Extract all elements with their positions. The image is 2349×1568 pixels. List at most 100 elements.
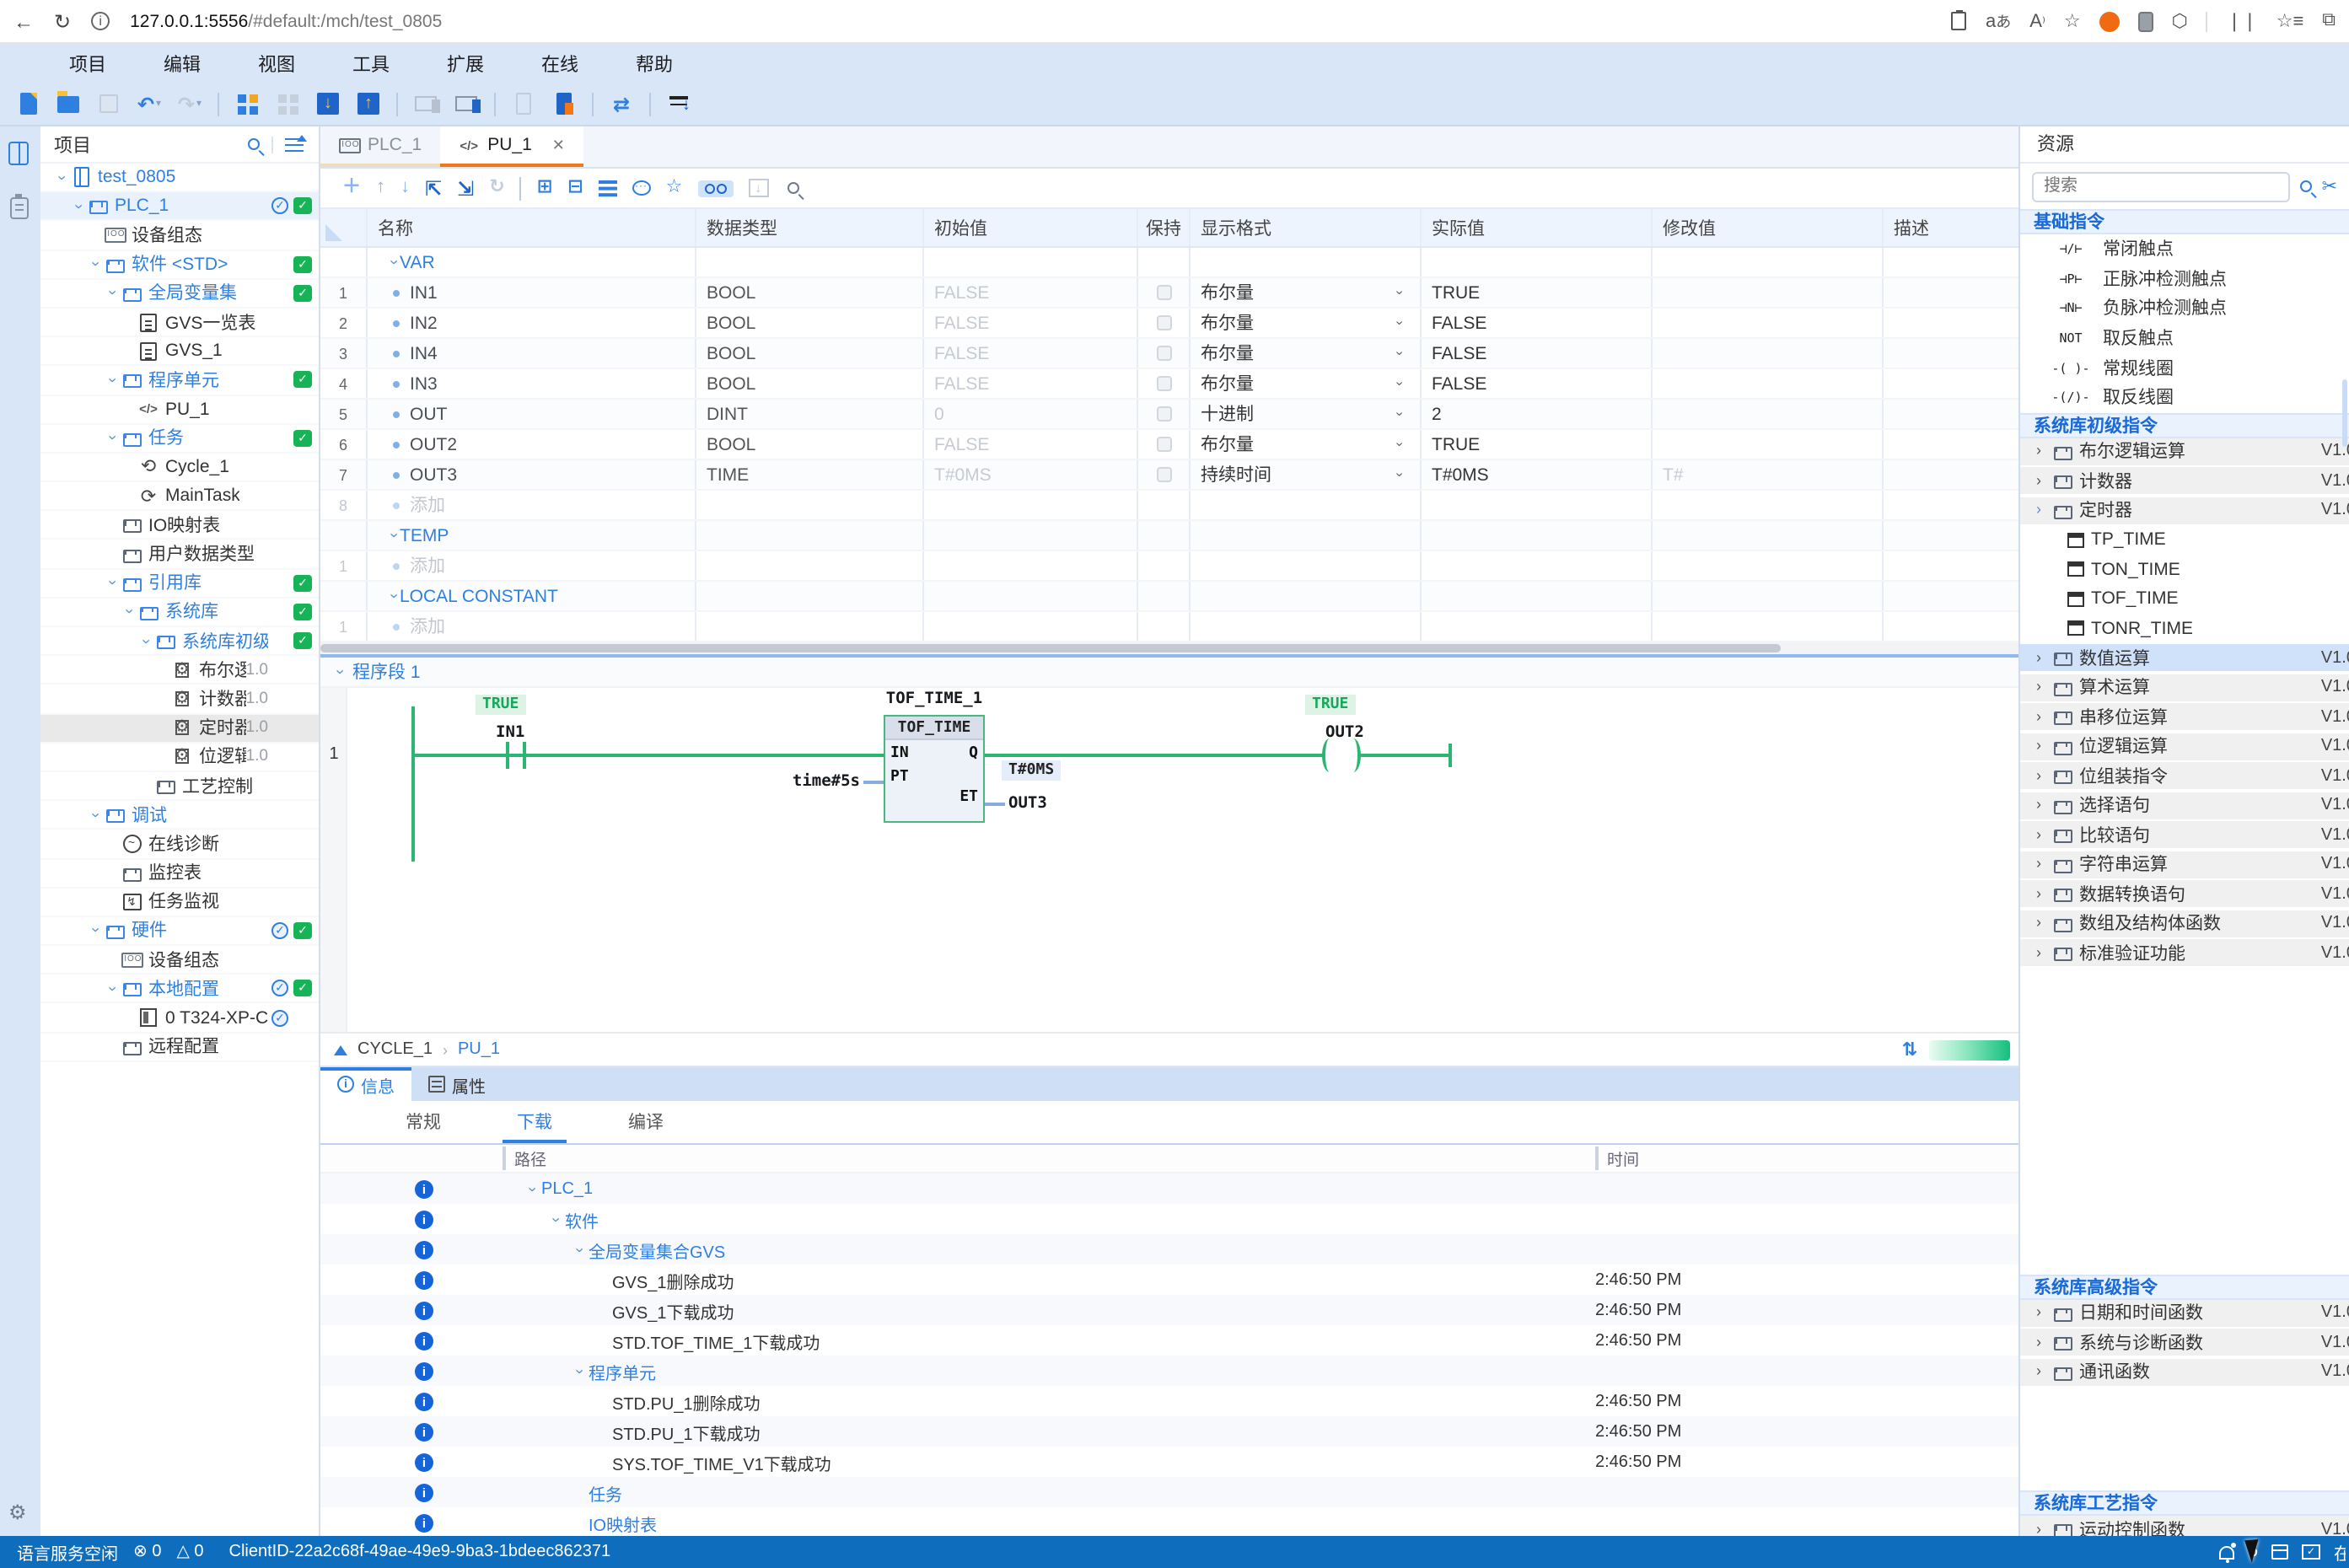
tree-item[interactable]: 计数器 1.0 [40,685,319,714]
menu-item[interactable]: 在线 [513,50,607,77]
tree-item[interactable]: 远程配置 [40,1033,319,1061]
display-format[interactable]: 布尔量 [1201,341,1254,366]
format-dropdown-icon[interactable] [1399,437,1403,452]
chevron-down-icon[interactable] [138,633,152,648]
tab-actions-icon[interactable]: ⧉ [2322,10,2336,32]
favorite-star-icon[interactable]: ☆ [2064,10,2081,32]
format-dropdown-icon[interactable] [1399,285,1403,300]
format-dropdown-icon[interactable] [1399,376,1403,391]
library-item[interactable]: 算术运算 V1.0 [2020,674,2349,701]
tree-item[interactable]: 本地配置 [40,975,319,1004]
library-item[interactable]: 计数器 V1.0 [2020,467,2349,494]
extension-orange-icon[interactable] [2099,11,2120,31]
chevron-down-icon[interactable] [105,286,118,301]
tree-item[interactable]: 软件 <STD> [40,250,319,279]
shuffle-compare-icon[interactable]: ⇄ [609,91,634,116]
instruction-item[interactable]: ⊣N⊢ 负脉冲检测触点 [2020,293,2349,323]
folder-chevron-icon[interactable] [2032,1522,2045,1536]
library-item[interactable]: TOF_TIME [2020,585,2349,612]
tree-item[interactable]: 0 T324-XP-C... [40,1004,319,1033]
contact-bar-right[interactable] [523,742,526,769]
log-row[interactable]: STD.PU_1下载成功 2:46:50 PM [320,1416,2018,1447]
search-icon[interactable] [2300,180,2312,192]
site-info-icon[interactable]: i [91,12,110,30]
folder-chevron-icon[interactable] [2032,1364,2045,1379]
contact-bar-left[interactable] [506,742,509,769]
log-chevron-icon[interactable] [572,1363,585,1378]
folder-chevron-icon[interactable] [2032,650,2045,665]
library-item[interactable]: 定时器 V1.0 [2020,497,2349,524]
log-row[interactable]: 程序单元 [320,1356,2018,1386]
subtab-compile[interactable]: 编译 [590,1101,701,1143]
section-basic-instructions[interactable]: 基础指令 [2020,209,2349,234]
folder-chevron-icon[interactable] [2032,1334,2045,1350]
device-connect-icon[interactable] [454,91,479,116]
library-item[interactable]: 系统与诊断函数 V1.0 [2020,1329,2349,1356]
library-item[interactable]: 数据转换语句 V1.0 [2020,880,2349,907]
function-block[interactable]: TOF_TIME IN Q PT ET [884,715,985,823]
project-explorer-icon[interactable] [8,142,29,165]
close-icon[interactable]: ✕ [552,136,565,154]
library-item[interactable]: TONR_TIME [2020,615,2349,642]
format-dropdown-icon[interactable] [1399,467,1403,482]
tree-item[interactable]: PLC_1 [40,192,319,221]
chevron-down-icon[interactable] [105,981,118,996]
split-screen-icon[interactable]: ❘❘ [2227,10,2258,32]
block-instance-name[interactable]: TOF_TIME_1 [867,690,1002,708]
display-format[interactable]: 布尔量 [1201,432,1254,457]
tree-item[interactable]: MainTask [40,482,319,511]
section-advanced-library[interactable]: 系统库高级指令 [2020,1274,2349,1299]
log-row[interactable]: PLC_1 [320,1173,2018,1204]
breadcrumb-unit[interactable]: PU_1 [458,1040,500,1059]
log-row[interactable]: GVS_1删除成功 2:46:50 PM [320,1265,2018,1295]
var-table-row[interactable]: 1 IN1 BOOL FALSE 布尔量 TRUE [320,278,2018,309]
chevron-down-icon[interactable] [121,604,135,620]
network-chevron-icon[interactable] [332,664,346,679]
instruction-item[interactable]: ⊣/⊢ 常闭触点 [2020,234,2349,264]
library-item[interactable]: 日期和时间函数 V1.0 [2020,1299,2349,1326]
tree-item[interactable]: 系统库初级指令 [40,627,319,656]
coil-right-paren[interactable] [1346,738,1361,772]
tab-pu1[interactable]: PU_1 ✕ [440,126,583,167]
log-row[interactable]: SYS.TOF_TIME_V1下载成功 2:46:50 PM [320,1447,2018,1477]
clear-filter-icon[interactable]: ✂ [2322,175,2337,197]
folder-chevron-icon[interactable] [2032,827,2045,842]
log-row[interactable]: STD.TOF_TIME_1下载成功 2:46:50 PM [320,1325,2018,1356]
tree-item[interactable]: 在线诊断 [40,830,319,859]
tree-search-icon[interactable] [248,138,260,150]
window-icon[interactable] [2271,1544,2288,1560]
extensions-puzzle-icon[interactable]: ⬡ [2172,10,2188,32]
var-table-row[interactable]: 5 OUT DINT 0 十进制 2 [320,400,2018,430]
log-row[interactable]: STD.PU_1删除成功 2:46:50 PM [320,1386,2018,1416]
group-chevron-icon[interactable] [386,255,400,270]
et-output-variable[interactable]: OUT3 [1008,794,1047,813]
move-up-icon[interactable]: ↑ [376,179,385,197]
tab-info[interactable]: 信息 [320,1067,411,1101]
tree-item[interactable]: PU_1 [40,395,319,424]
tree-item[interactable]: 引用库 [40,569,319,598]
library-item[interactable]: 字符串运算 V1.0 [2020,851,2349,878]
library-item[interactable]: 串移位运算 V1.0 [2020,703,2349,730]
modify-value[interactable]: T# [1663,464,1684,485]
log-chevron-icon[interactable] [572,1242,585,1257]
tree-item[interactable]: IO映射表 [40,512,319,540]
var-table-row[interactable]: 8 添加 [320,491,2018,521]
swap-icon[interactable]: ⇅ [1902,1039,1917,1061]
sort-download-icon[interactable] [666,91,691,116]
tree-item[interactable]: 监控表 [40,859,319,888]
var-table-row[interactable]: 1 添加 [320,612,2018,642]
library-item[interactable]: TON_TIME [2020,556,2349,583]
upload-from-device-icon[interactable]: ↑ [356,91,381,116]
clipboard-icon[interactable] [1952,12,1967,30]
back-arrow-icon[interactable]: ← [13,11,34,31]
ladder-canvas[interactable]: 1 TRUE IN1 TOF_TIME_1 TOF_TIME IN Q PT E… [320,688,2018,1032]
insert-row-below-icon[interactable]: ⊟ [567,179,583,197]
folder-chevron-icon[interactable] [2032,768,2045,783]
chevron-down-icon[interactable] [71,199,84,214]
menu-item[interactable]: 帮助 [607,50,701,77]
tree-item[interactable]: 布尔逻辑运算 1.0 [40,656,319,685]
warnings-icon[interactable]: △ 0 [176,1543,203,1561]
sidebar-scrollbar[interactable] [2342,379,2347,447]
errors-icon[interactable]: ⊗ 0 [133,1543,161,1561]
tree-item[interactable]: 设备组态 [40,222,319,250]
